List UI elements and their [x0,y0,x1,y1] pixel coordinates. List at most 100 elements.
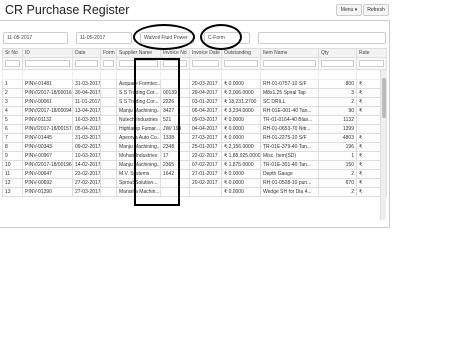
table-cell: 150 [318,160,357,170]
table-row[interactable]: 6 PINV/2017-18/00157 05-04-2017 Highlamp Fu… [2,124,387,134]
table-cell: TR-01E-301-40 Tan... [260,160,319,170]
col-header-invoice-date[interactable]: Invoice Date [189,48,222,58]
table-cell: 11 [2,169,23,179]
table-row[interactable]: 12 PINV-00692 27-02-2017 Sprout Solution...… [2,178,387,188]
column-filter-input[interactable] [119,60,158,67]
table-cell: Asquare Formtec... [116,79,161,89]
table-cell: 27-03-2017 [72,187,101,197]
table-cell: PINV/2017-18/00016 [22,88,73,98]
table-cell: 31-03-2017 [72,133,101,143]
table-cell: 27-01-2017 [189,169,222,179]
column-filter-cell[interactable] [160,57,190,70]
column-filter-cell[interactable] [72,57,101,70]
column-filter-input[interactable] [224,60,258,67]
table-body: 1 PINV-01481 31-03-2017 Asquare Formtec... 2… [2,79,387,197]
table-row[interactable]: 11 PINV-00647 23-02-2017 M.V. Systems 1642 27… [2,169,387,179]
table-cell [100,79,117,89]
table-cell: Sprout Solution... [116,178,161,188]
column-filter-cell[interactable] [221,57,261,70]
table-cell: 1 [2,79,23,89]
table-cell: 30-04-2017 [72,88,101,98]
col-header-item-name[interactable]: Item Name [260,48,319,58]
table-cell: 14-02-2017 [72,160,101,170]
col-header-id[interactable]: ID [22,48,73,58]
col-header-qty[interactable]: Qty [318,48,357,58]
table-cell: ₹ 18,231.2700 [221,97,261,107]
table-row[interactable]: 8 PINV-00343 09-02-2017 Manju Machining... 2… [2,142,387,152]
table-row[interactable]: 3 PINV-00061 11-01-2017 S S Trading Cor... 2… [2,97,387,107]
table-cell: 2 [318,187,357,197]
table-row[interactable]: 7 PINV-01445 31-03-2017 Apeorva Auto Co... 1… [2,133,387,143]
supplier-filter-input[interactable]: Walvoil Fluid Power [140,32,194,44]
table-cell: ₹ 0.0000 [221,187,261,197]
spacer-cell [22,69,73,80]
col-header-rate[interactable]: Rate [356,48,387,58]
table-cell [100,187,117,197]
to-date-input[interactable]: 11-05-2017 [76,32,132,44]
table-cell: 10 [2,160,23,170]
table-cell [160,187,190,197]
table-cell: ₹ 0.0000 [221,133,261,143]
table-cell: M8x1.25 Spiral Tap [260,88,319,98]
vertical-scrollbar[interactable] [380,70,386,220]
column-filter-input[interactable] [192,60,219,67]
column-filter-cell[interactable] [100,57,117,70]
menu-button[interactable]: Menu ▾ [336,4,362,16]
table-row[interactable]: 2 PINV/2017-18/00016 30-04-2017 S S Trading… [2,88,387,98]
table-cell [100,115,117,125]
col-header-invoice-no[interactable]: Invoice No [160,48,190,58]
spacer-cell [2,69,23,80]
table-cell: 2 [318,97,357,107]
table-cell [100,97,117,107]
spacer-row [2,69,387,80]
column-filter-input[interactable] [25,60,70,67]
table-row[interactable]: 5 PINV-01132 16-03-2017 Nutech Industries 52… [2,115,387,125]
extra-filter-input[interactable] [258,32,386,44]
from-date-input[interactable]: 11-05-2017 [3,32,68,44]
table-row[interactable]: 9 PINV-00967 10-03-2017 Mohan Industries 17 2… [2,151,387,161]
table-cell: PINV-00647 [22,169,73,179]
table-cell: 20-03-2017 [189,79,222,89]
table-cell: PINV-00343 [22,142,73,152]
column-filter-cell[interactable] [356,57,387,70]
table-cell: 31-03-2017 [72,79,101,89]
table-cell: 1338 [160,133,190,143]
column-filter-cell[interactable] [22,57,73,70]
table-row[interactable]: 13 PINV-01390 27-03-2017 Manisha Machin... ₹… [2,187,387,197]
table-cell: Apeorva Auto Co... [116,133,161,143]
column-filter-cell[interactable] [260,57,319,70]
table-cell [100,151,117,161]
scrollbar-thumb[interactable] [382,78,386,118]
refresh-button[interactable]: Refresh [363,4,389,16]
col-header-supplier-name[interactable]: Supplier Name [116,48,161,58]
column-filter-input[interactable] [321,60,354,67]
col-header-outstanding[interactable]: Outstanding [221,48,261,58]
col-header-date[interactable]: Date [72,48,101,58]
col-header-sr-no[interactable]: Sr No [2,48,23,58]
table-cell: 9 [2,151,23,161]
table-row[interactable]: 10 PINV/2017-18/00196 14-02-2017 Manju Mach… [2,160,387,170]
table-cell: TR-01E-379-40 Tan... [260,142,319,152]
table-cell: S S Trading Cor... [116,88,161,98]
column-filter-input[interactable] [5,60,20,67]
column-filter-input[interactable] [359,60,384,67]
table-cell: PINV-01445 [22,133,73,143]
column-filter-cell[interactable] [189,57,222,70]
column-filter-cell[interactable] [116,57,161,70]
column-filter-input[interactable] [75,60,98,67]
table-cell: 2348 [160,142,190,152]
spacer-cell [116,69,161,80]
col-header-form[interactable]: Form [100,48,117,58]
column-filter-input[interactable] [163,60,187,67]
table-cell: 12 [2,178,23,188]
column-filter-cell[interactable] [2,57,23,70]
table-row[interactable]: 4 PINV/2017-18/00094 13-04-2017 Manju Machi… [2,106,387,116]
column-filter-input[interactable] [103,60,114,67]
table-row[interactable]: 1 PINV-01481 31-03-2017 Asquare Formtec... 2… [2,79,387,89]
column-filter-cell[interactable] [318,57,357,70]
table-cell: 25-01-2017 [189,142,222,152]
table-cell: 670 [318,178,357,188]
table-cell: 13 [2,187,23,197]
form-filter-input[interactable]: C-Form [204,32,250,44]
column-filter-input[interactable] [263,60,316,67]
